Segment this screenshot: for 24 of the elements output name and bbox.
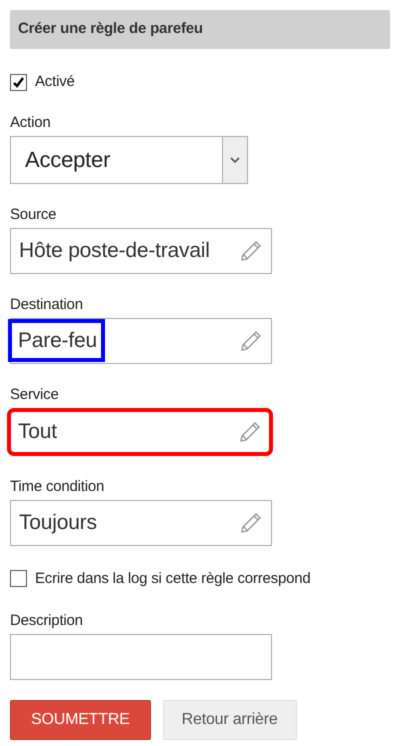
field-label: Action: [10, 112, 52, 132]
back-button[interactable]: Retour arrière: [162, 700, 297, 740]
checkbox[interactable]: [10, 570, 27, 588]
field-label: Destination: [10, 294, 84, 314]
field-label: Source: [10, 204, 58, 224]
header-title: Créer une règle de parefeu: [18, 19, 203, 40]
input-field[interactable]: [10, 634, 272, 680]
input-field[interactable]: Pare-feu: [10, 318, 272, 364]
checkbox-label: Ecrire dans la log si cette règle correspond: [35, 568, 311, 588]
submit-button[interactable]: SOUMETTRE: [10, 700, 151, 740]
action-select[interactable]: Accepter: [10, 136, 248, 184]
pencil-icon: [238, 420, 262, 444]
pencil-icon: [239, 510, 263, 534]
pencil-icon: [239, 328, 263, 352]
input-field[interactable]: Tout: [7, 408, 273, 456]
field-label: Time condition: [10, 476, 106, 496]
input-field[interactable]: Toujours: [10, 500, 272, 546]
input-field[interactable]: Hôte poste-de-travail: [10, 228, 272, 274]
field-label: Description: [10, 611, 84, 630]
field-label: Service: [10, 384, 60, 404]
caret-icon: [222, 136, 247, 182]
pencil-icon: [239, 238, 263, 262]
checkbox[interactable]: [10, 74, 27, 91]
checkbox-label: Activé: [35, 72, 75, 92]
